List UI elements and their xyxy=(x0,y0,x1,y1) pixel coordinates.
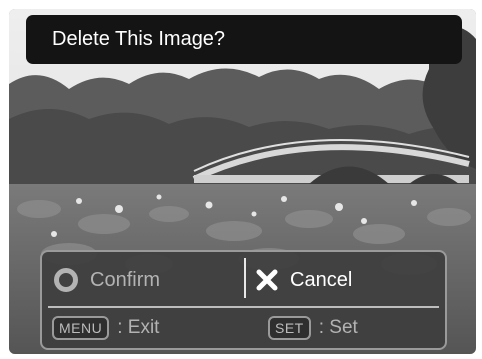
set-hint: SET : Set xyxy=(268,314,358,342)
menu-key: MENU xyxy=(52,316,110,340)
radio-ring-icon xyxy=(54,268,78,292)
set-label: : Set xyxy=(318,317,358,338)
menu-exit-hint: MENU : Exit xyxy=(52,314,159,342)
cancel-label: Cancel xyxy=(290,268,353,291)
exit-label: : Exit xyxy=(117,317,160,338)
camera-screen: Delete This Image? Confirm Cancel MENU :… xyxy=(9,9,476,354)
confirm-option[interactable]: Confirm xyxy=(54,260,160,300)
delete-confirm-dialog: Confirm Cancel MENU : Exit SET : Set xyxy=(40,250,447,350)
close-icon xyxy=(256,269,278,291)
dialog-divider xyxy=(48,306,439,308)
set-key: SET xyxy=(268,316,311,340)
option-divider xyxy=(244,258,246,298)
dialog-title: Delete This Image? xyxy=(26,15,462,64)
cancel-option[interactable]: Cancel xyxy=(256,260,352,300)
confirm-label: Confirm xyxy=(90,268,161,291)
